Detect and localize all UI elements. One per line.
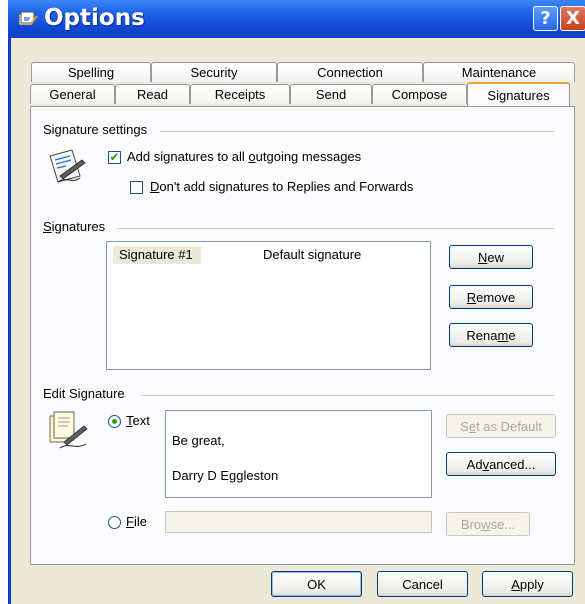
- signatures-heading: Signatures: [43, 219, 112, 234]
- advanced-button[interactable]: Ad v anced...: [446, 452, 556, 476]
- signature-settings-icon: [49, 149, 86, 183]
- signatures-list[interactable]: Signature #1 Default signature: [106, 241, 431, 370]
- help-button[interactable]: ?: [533, 6, 558, 31]
- add-signatures-checkbox[interactable]: ✔: [108, 151, 121, 164]
- signature-text-line: Darry D Eggleston: [172, 468, 279, 483]
- browse-button[interactable]: Bro w se...: [446, 512, 530, 536]
- divider: [140, 395, 555, 396]
- signature-file-input[interactable]: [165, 511, 432, 533]
- divider: [116, 228, 555, 229]
- signature-text-line: Be great,: [172, 433, 225, 448]
- text-option-radio[interactable]: [108, 415, 121, 428]
- apply-button[interactable]: Apply: [482, 571, 573, 597]
- close-button[interactable]: X: [560, 6, 585, 31]
- options-window-icon: [18, 11, 38, 26]
- add-signatures-label[interactable]: Add signatures to all outgoing messages: [127, 149, 361, 164]
- tab-spelling[interactable]: Spelling: [31, 62, 151, 82]
- no-replies-checkbox[interactable]: [130, 181, 143, 194]
- tab-receipts[interactable]: Receipts: [190, 84, 290, 104]
- remove-signature-button[interactable]: Remove: [449, 285, 533, 309]
- tab-signatures[interactable]: Signatures: [467, 82, 570, 106]
- tab-send[interactable]: Send: [290, 84, 372, 104]
- set-as-default-button[interactable]: Set as Default: [446, 414, 556, 438]
- tab-read[interactable]: Read: [115, 84, 190, 104]
- ok-button[interactable]: OK: [271, 571, 362, 597]
- window-title: Options: [44, 5, 145, 31]
- tab-compose[interactable]: Compose: [372, 84, 467, 104]
- signature-name: Signature #1: [113, 246, 201, 264]
- signature-note: Default signature: [263, 247, 362, 262]
- title-bar[interactable]: Options ? X: [8, 0, 585, 38]
- cancel-button[interactable]: Cancel: [377, 571, 468, 597]
- signature-settings-heading: Signature settings: [43, 122, 154, 137]
- tab-maintenance[interactable]: Maintenance: [423, 62, 575, 82]
- list-item[interactable]: Signature #1 Default signature: [111, 246, 411, 264]
- rename-signature-button[interactable]: Rena m e: [449, 323, 533, 347]
- tab-security[interactable]: Security: [151, 62, 277, 82]
- tab-general[interactable]: General: [30, 84, 115, 104]
- signature-text-editor[interactable]: Be great, Darry D Eggleston: [165, 410, 432, 498]
- no-replies-label[interactable]: Don't add signatures to Replies and Forw…: [150, 179, 413, 194]
- edit-signature-heading: Edit Signature: [43, 386, 131, 401]
- edit-signature-icon: [49, 411, 88, 449]
- tab-connection[interactable]: Connection: [277, 62, 423, 82]
- new-signature-button[interactable]: New: [449, 245, 533, 269]
- file-option-radio[interactable]: [108, 516, 121, 529]
- file-option-label[interactable]: File: [126, 514, 147, 529]
- divider: [160, 131, 555, 132]
- text-option-label[interactable]: Text: [126, 413, 150, 428]
